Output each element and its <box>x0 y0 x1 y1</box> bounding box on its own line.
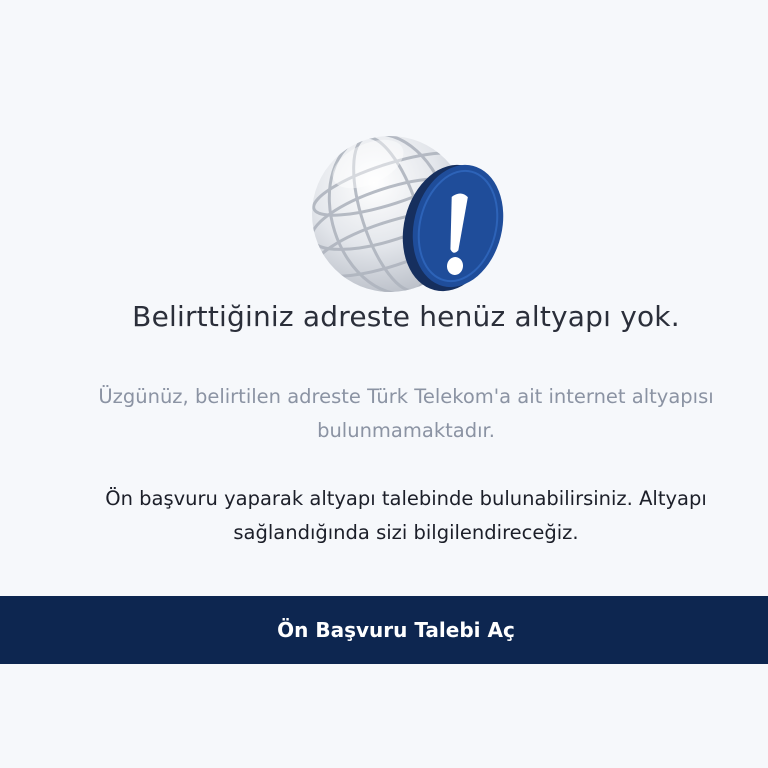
info-line-2: sağlandığında sizi bilgilendireceğiz. <box>233 521 579 544</box>
description-line-1: Üzgünüz, belirtilen adreste Türk Telekom… <box>98 385 714 408</box>
open-pre-application-button[interactable]: Ön Başvuru Talebi Aç <box>0 596 768 664</box>
info-line-1: Ön başvuru yaparak altyapı talebinde bul… <box>105 487 707 510</box>
description-text: Üzgünüz, belirtilen adreste Türk Telekom… <box>0 380 768 448</box>
info-text: Ön başvuru yaparak altyapı talebinde bul… <box>0 482 768 550</box>
globe-with-exclamation-badge-icon <box>312 136 504 292</box>
open-pre-application-button-label: Ön Başvuru Talebi Aç <box>277 618 515 642</box>
no-infrastructure-page: Belirttiğiniz adreste henüz altyapı yok.… <box>0 0 768 768</box>
description-line-2: bulunmamaktadır. <box>317 419 495 442</box>
page-title: Belirttiğiniz adreste henüz altyapı yok. <box>132 300 680 333</box>
